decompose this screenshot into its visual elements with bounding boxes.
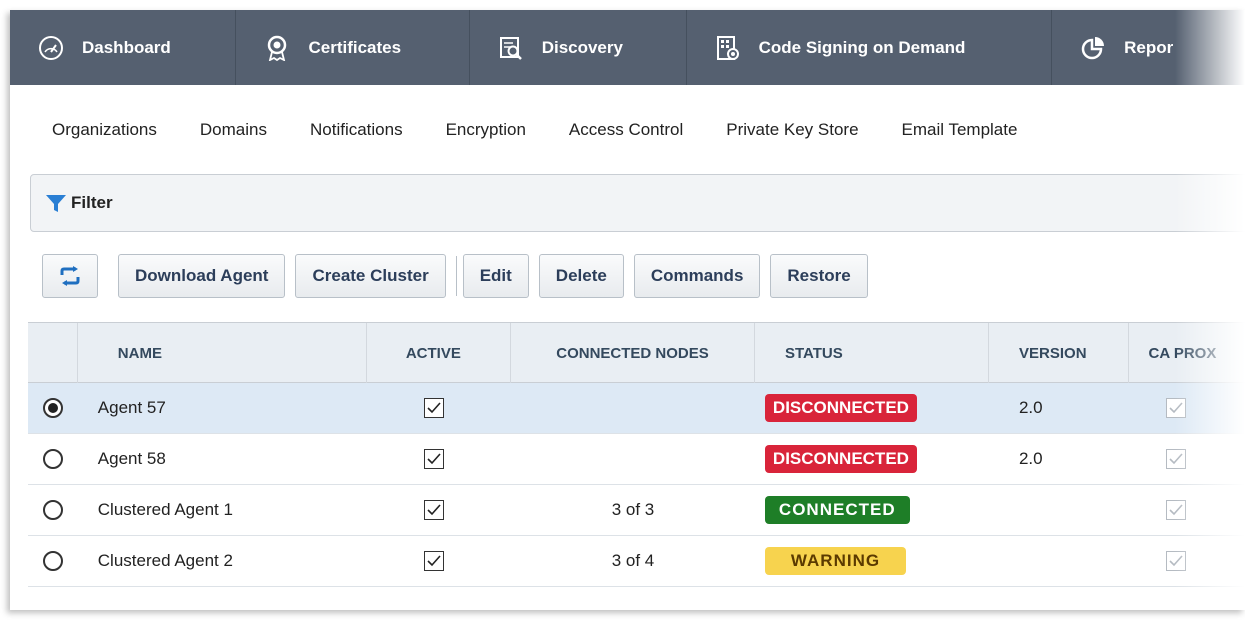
table-row[interactable]: Agent 57 DISCONNECTED 2.0 bbox=[28, 383, 1245, 434]
tab-reports-label: Repor bbox=[1124, 37, 1174, 57]
table-row[interactable]: Agent 58 DISCONNECTED 2.0 bbox=[28, 434, 1245, 485]
report-chart-icon bbox=[1081, 36, 1105, 59]
ca-proxy-checkbox bbox=[1166, 398, 1187, 418]
filter-bar[interactable]: Filter bbox=[30, 174, 1245, 232]
header-active[interactable]: ACTIVE bbox=[367, 323, 512, 383]
agents-table: NAME ACTIVE CONNECTED NODES STATUS VERSI… bbox=[28, 322, 1245, 587]
agent-toolbar: Download Agent Create Cluster Edit Delet… bbox=[42, 252, 878, 300]
table-row[interactable]: Clustered Agent 1 3 of 3 CONNECTED bbox=[28, 485, 1245, 536]
tab-code-signing[interactable]: Code Signing on Demand bbox=[687, 10, 1053, 85]
create-cluster-button[interactable]: Create Cluster bbox=[295, 254, 446, 298]
tab-discovery-label: Discovery bbox=[541, 37, 623, 57]
connected-nodes bbox=[511, 434, 755, 485]
agent-name: Agent 57 bbox=[97, 398, 166, 417]
refresh-button[interactable] bbox=[42, 254, 98, 298]
filter-label: Filter bbox=[71, 193, 113, 212]
code-signing-icon bbox=[716, 35, 739, 60]
status-badge: DISCONNECTED bbox=[764, 445, 917, 473]
header-version[interactable]: VERSION bbox=[989, 323, 1129, 383]
gauge-icon bbox=[39, 35, 63, 60]
tab-certificates-label: Certificates bbox=[308, 37, 402, 57]
tab-certificates[interactable]: Certificates bbox=[236, 10, 470, 85]
tab-code-signing-label: Code Signing on Demand bbox=[758, 37, 966, 57]
agent-version: 2.0 bbox=[1018, 398, 1043, 417]
refresh-icon bbox=[60, 266, 80, 286]
active-checkbox bbox=[423, 500, 444, 520]
status-badge: CONNECTED bbox=[764, 496, 910, 524]
agent-version: 2.0 bbox=[1018, 449, 1043, 468]
download-agent-button[interactable]: Download Agent bbox=[118, 254, 286, 298]
header-select bbox=[28, 323, 78, 383]
app-window: Dashboard Certificates Discovery Code Si… bbox=[10, 10, 1245, 610]
row-radio[interactable] bbox=[42, 551, 63, 571]
ca-proxy-checkbox bbox=[1166, 500, 1187, 520]
table-row[interactable]: Clustered Agent 2 3 of 4 WARNING bbox=[28, 536, 1245, 587]
active-checkbox bbox=[423, 449, 444, 469]
row-radio[interactable] bbox=[42, 449, 63, 469]
connected-nodes: 3 of 3 bbox=[611, 500, 655, 519]
funnel-icon bbox=[46, 195, 66, 212]
subnav-notifications[interactable]: Notifications bbox=[310, 120, 403, 140]
certificate-badge-icon bbox=[268, 35, 287, 61]
toolbar-separator bbox=[455, 256, 457, 296]
status-badge: WARNING bbox=[764, 547, 907, 575]
tab-dashboard-label: Dashboard bbox=[82, 37, 171, 57]
row-radio[interactable] bbox=[42, 398, 63, 418]
tab-dashboard[interactable]: Dashboard bbox=[10, 10, 237, 85]
top-navigation: Dashboard Certificates Discovery Code Si… bbox=[10, 10, 1245, 85]
ca-proxy-checkbox bbox=[1166, 551, 1187, 571]
agent-name: Clustered Agent 1 bbox=[97, 500, 233, 519]
active-checkbox bbox=[423, 551, 444, 571]
header-status[interactable]: STATUS bbox=[755, 323, 990, 383]
status-badge: DISCONNECTED bbox=[764, 394, 917, 422]
tab-discovery[interactable]: Discovery bbox=[470, 10, 687, 85]
connected-nodes bbox=[511, 383, 755, 434]
ca-proxy-checkbox bbox=[1166, 449, 1187, 469]
settings-subnav: Organizations Domains Notifications Encr… bbox=[10, 85, 1245, 175]
agent-version bbox=[989, 485, 1129, 536]
subnav-encryption[interactable]: Encryption bbox=[446, 120, 526, 140]
tab-reports[interactable]: Repor bbox=[1052, 10, 1245, 85]
agent-version bbox=[989, 536, 1129, 587]
active-checkbox bbox=[423, 398, 444, 418]
subnav-access-control[interactable]: Access Control bbox=[569, 120, 683, 140]
delete-button[interactable]: Delete bbox=[538, 254, 624, 298]
subnav-organizations[interactable]: Organizations bbox=[52, 120, 157, 140]
table-header: NAME ACTIVE CONNECTED NODES STATUS VERSI… bbox=[28, 323, 1245, 383]
row-radio[interactable] bbox=[42, 500, 63, 520]
header-connected-nodes[interactable]: CONNECTED NODES bbox=[511, 323, 755, 383]
header-name[interactable]: NAME bbox=[78, 323, 367, 383]
subnav-email-template[interactable]: Email Template bbox=[902, 120, 1018, 140]
subnav-domains[interactable]: Domains bbox=[200, 120, 267, 140]
discovery-search-icon bbox=[499, 36, 522, 60]
connected-nodes: 3 of 4 bbox=[611, 551, 655, 570]
edit-button[interactable]: Edit bbox=[462, 254, 529, 298]
header-ca-proxy[interactable]: CA PROX bbox=[1129, 323, 1245, 383]
agent-name: Clustered Agent 2 bbox=[97, 551, 233, 570]
commands-button[interactable]: Commands bbox=[633, 254, 761, 298]
restore-button[interactable]: Restore bbox=[770, 254, 868, 298]
agent-name: Agent 58 bbox=[97, 449, 166, 468]
subnav-private-key-store[interactable]: Private Key Store bbox=[726, 120, 858, 140]
